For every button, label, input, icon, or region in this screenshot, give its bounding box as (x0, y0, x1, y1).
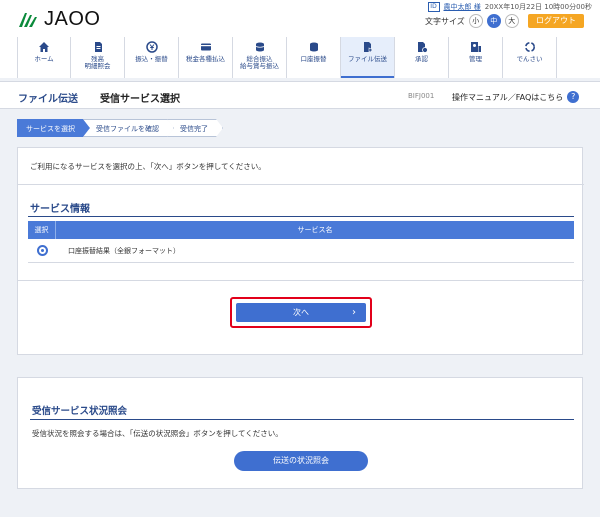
user-name-link[interactable]: 農中太郎 様 (444, 2, 481, 12)
nav-management[interactable]: 管理 (449, 37, 503, 78)
nav-label: でんさい (516, 55, 543, 63)
file-transfer-icon (363, 42, 374, 53)
heading-underline (30, 419, 574, 420)
font-size-label: 文字サイズ (425, 16, 465, 26)
logout-button[interactable]: ログアウト (528, 14, 584, 28)
step-select-service: サービスを選択 (17, 119, 90, 137)
font-size-selector: 文字サイズ 小 中 大 (425, 14, 519, 28)
font-size-large-button[interactable]: 大 (504, 14, 519, 28)
yen-transfer-icon (145, 41, 158, 53)
font-size-small-button[interactable]: 小 (468, 14, 483, 28)
status-inquiry-panel: 受信サービス状況照会 受信状況を照会する場合は、「伝送の状況照会」ボタンを押して… (17, 377, 583, 489)
next-button-label: 次へ (293, 308, 309, 317)
home-icon (39, 42, 49, 52)
nav-file-transfer[interactable]: ファイル伝送 (341, 37, 395, 78)
transfer-status-inquiry-button[interactable]: 伝送の状況照会 (234, 451, 368, 471)
divider (18, 184, 584, 185)
nav-label: ホーム (34, 55, 54, 63)
nav-label: 残高 明細照会 (84, 55, 111, 70)
nav-densai[interactable]: でんさい (503, 37, 557, 78)
next-button[interactable]: 次へ › (236, 303, 366, 322)
column-header-service-name: サービス名 (297, 226, 333, 234)
nav-label: 口座振替 (300, 55, 327, 63)
service-table-header: 選択 サービス名 (28, 221, 574, 239)
header: JAOO ID 農中太郎 様 20XX年10月22日 10時00分00秒 文字サ… (0, 0, 600, 78)
nav-account-transfer[interactable]: 口座振替 (287, 37, 341, 78)
progress-steps: サービスを選択 受信ファイルを確認 受信完了 (17, 119, 222, 137)
nav-bulk-salary-transfer[interactable]: 総合振込 給与賞与振込 (233, 37, 287, 78)
font-size-medium-button[interactable]: 中 (486, 14, 501, 28)
nav-label: 振込・振替 (135, 55, 168, 63)
service-selection-panel: ご利用になるサービスを選択の上、「次へ」ボタンを押してください。 サービス情報 … (17, 147, 584, 355)
title-bar: ファイル伝送 受信サービス選択 BIFJ001 操作マニュアル／FAQはこちら … (0, 81, 600, 109)
nav-label: 税金各種払込 (186, 55, 225, 63)
service-radio-button[interactable] (37, 245, 48, 256)
chevron-right-icon: › (352, 307, 356, 318)
instruction-text: ご利用になるサービスを選択の上、「次へ」ボタンを押してください。 (30, 162, 266, 171)
document-icon (94, 42, 102, 52)
step-complete: 受信完了 (167, 119, 223, 137)
table-row[interactable]: 口座振替結果（全銀フォーマット） (28, 239, 574, 263)
approve-icon (417, 42, 428, 53)
nav-label: 承認 (415, 55, 428, 63)
main-nav: ホーム 残高 明細照会 振込・振替 税金各種払込 総合振込 給与賞与振込 口座振… (17, 37, 557, 78)
nav-tax-payment[interactable]: 税金各種払込 (179, 37, 233, 78)
status-inquiry-text: 受信状況を照会する場合は、「伝送の状況照会」ボタンを押してください。 (32, 429, 283, 438)
section-title: ファイル伝送 (18, 94, 78, 105)
help-link[interactable]: 操作マニュアル／FAQはこちら ? (452, 91, 580, 103)
heading-underline (28, 216, 574, 217)
nav-home[interactable]: ホーム (17, 37, 71, 78)
status-inquiry-heading: 受信サービス状況照会 (32, 406, 128, 417)
nav-balance-inquiry[interactable]: 残高 明細照会 (71, 37, 125, 78)
current-datetime: 20XX年10月22日 10時00分00秒 (484, 3, 592, 11)
ja-logo-icon (19, 13, 37, 27)
nav-approval[interactable]: 承認 (395, 37, 449, 78)
service-name: 口座振替結果（全銀フォーマット） (68, 247, 180, 255)
step-confirm-file: 受信ファイルを確認 (83, 119, 174, 137)
divider (18, 280, 584, 281)
manage-icon (470, 42, 481, 52)
user-id-icon: ID (427, 2, 440, 12)
column-header-select: 選択 (28, 221, 56, 239)
user-info: ID 農中太郎 様 20XX年10月22日 10時00分00秒 (427, 2, 592, 12)
nav-transfer[interactable]: 振込・振替 (125, 37, 179, 78)
card-icon (200, 43, 211, 51)
coin-stack-icon (309, 42, 318, 52)
densai-icon (524, 42, 535, 52)
screen-code: BIFJ001 (408, 92, 435, 100)
nav-label: ファイル伝送 (348, 55, 387, 63)
page-title: 受信サービス選択 (100, 94, 180, 105)
logo: JAOO (16, 9, 100, 29)
help-icon: ? (567, 91, 580, 103)
nav-label: 総合振込 給与賞与振込 (240, 55, 279, 70)
highlight-frame: 次へ › (230, 297, 372, 328)
coins-icon (255, 42, 264, 52)
logo-text: JAOO (44, 8, 101, 30)
nav-label: 管理 (469, 55, 482, 63)
service-info-heading: サービス情報 (30, 204, 90, 215)
help-link-label: 操作マニュアル／FAQはこちら (452, 92, 564, 102)
